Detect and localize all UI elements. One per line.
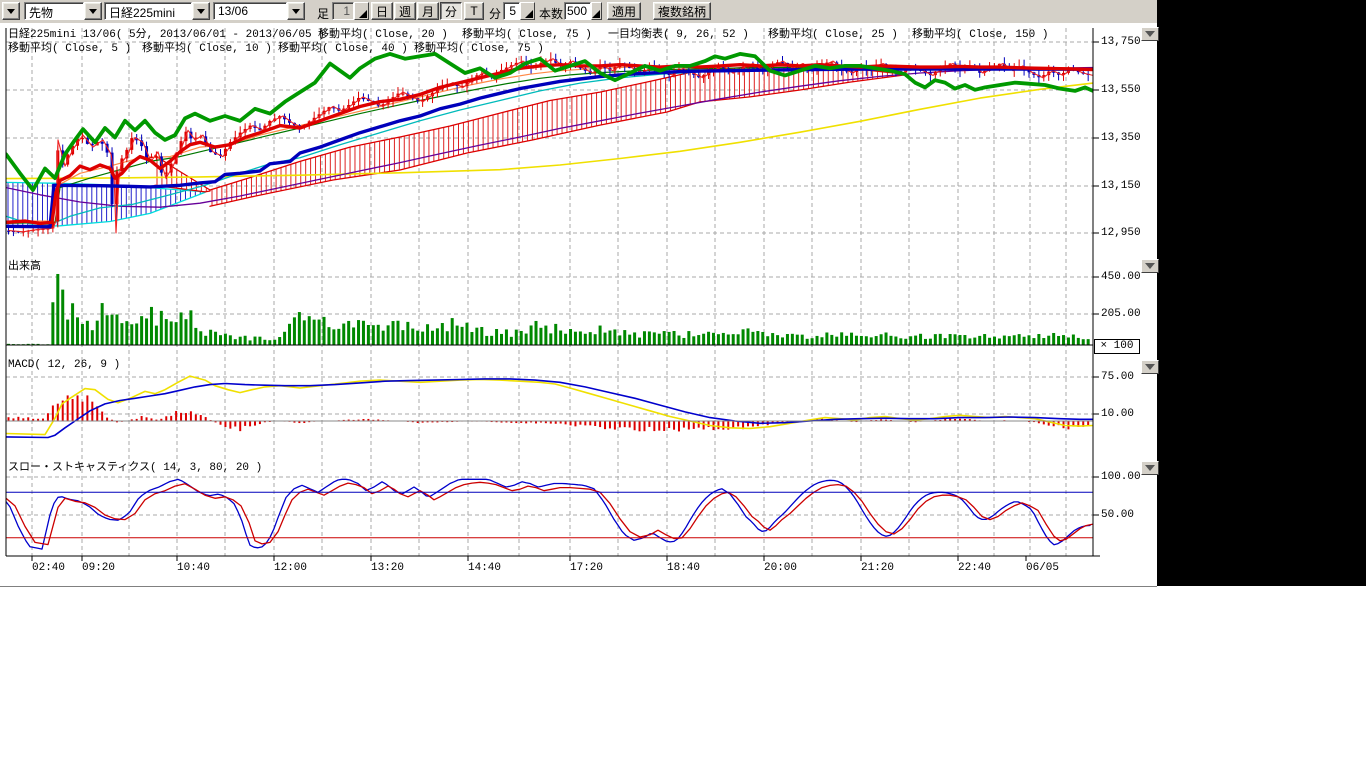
desktop: 先物 日経225mini 13/06 足 1 日 週 月 分 T 分: [0, 0, 1366, 768]
time-axis-label: 14:40: [468, 562, 501, 574]
stoch-panel-label: スロー・ストキャスティクス( 14, 3, 80, 20 ): [8, 458, 262, 474]
chevron-down-icon: [1145, 31, 1155, 37]
legend-row-1: 日経225mini 13/06( 5分, 2013/06/01 - 2013/0…: [0, 25, 1090, 38]
legend-item: 移動平均( Close, 10 ): [142, 39, 272, 55]
legend-row-2: 移動平均( Close, 5 ) 移動平均( Close, 10 ) 移動平均( C…: [0, 39, 1090, 52]
volume-tick-label: 205.00: [1101, 308, 1141, 320]
price-tick-label: 12,950: [1101, 227, 1141, 239]
macd-panel-label: MACD( 12, 26, 9 ): [8, 359, 120, 371]
legend-item: 移動平均( Close, 5 ): [8, 39, 131, 55]
time-axis-label: 12:00: [274, 562, 307, 574]
time-axis-label: 10:40: [177, 562, 210, 574]
legend-item: 移動平均( Close, 40 ): [278, 39, 408, 55]
chart-application-window: 先物 日経225mini 13/06 足 1 日 週 月 分 T 分: [0, 0, 1157, 587]
time-axis-label: 02:40: [32, 562, 65, 574]
stoch-tick-label: 100.00: [1101, 471, 1141, 483]
volume-panel-collapse-button[interactable]: [1141, 259, 1159, 273]
chevron-down-icon: [1145, 465, 1155, 471]
time-axis-label: 22:40: [958, 562, 991, 574]
price-panel-collapse-button[interactable]: [1141, 27, 1159, 41]
time-axis-label: 13:20: [371, 562, 404, 574]
macd-panel-collapse-button[interactable]: [1141, 360, 1159, 374]
legend-item: 移動平均( Close, 75 ): [414, 39, 544, 55]
volume-multiplier-box: × 100: [1094, 339, 1140, 354]
price-tick-label: 13,550: [1101, 84, 1141, 96]
time-axis-label: 17:20: [570, 562, 603, 574]
time-axis-label: 06/05: [1026, 562, 1059, 574]
chevron-down-icon: [1145, 364, 1155, 370]
price-tick-label: 13,150: [1101, 180, 1141, 192]
time-axis-label: 18:40: [667, 562, 700, 574]
price-tick-label: 13,750: [1101, 36, 1141, 48]
chart-canvas[interactable]: 日経225mini 13/06( 5分, 2013/06/01 - 2013/0…: [0, 23, 1157, 586]
desktop-background: [1157, 0, 1366, 586]
stoch-panel-collapse-button[interactable]: [1141, 461, 1159, 475]
macd-tick-label: 75.00: [1101, 371, 1134, 383]
volume-tick-label: 450.00: [1101, 271, 1141, 283]
chevron-down-icon: [1145, 263, 1155, 269]
chart-svg: [0, 0, 1157, 586]
volume-panel-label: 出来高: [8, 257, 41, 273]
stoch-tick-label: 50.00: [1101, 509, 1134, 521]
time-axis-label: 20:00: [764, 562, 797, 574]
macd-tick-label: 10.00: [1101, 408, 1134, 420]
price-tick-label: 13,350: [1101, 132, 1141, 144]
time-axis-label: 09:20: [82, 562, 115, 574]
time-axis-label: 21:20: [861, 562, 894, 574]
